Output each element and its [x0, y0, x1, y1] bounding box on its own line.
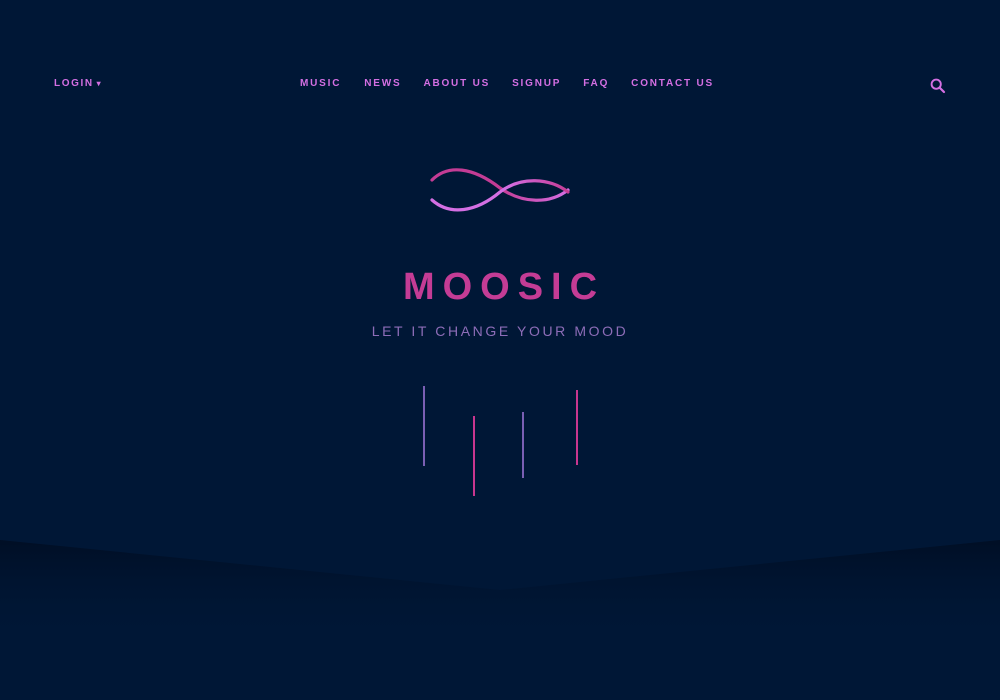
- nav-item-contact-us[interactable]: CONTACT US: [631, 78, 714, 89]
- nav-item-news[interactable]: NEWS: [364, 78, 401, 89]
- nav-item-signup[interactable]: SIGNUP: [512, 78, 561, 89]
- login-dropdown[interactable]: LOGIN ▾: [54, 78, 101, 89]
- brand-title: MOOSIC: [402, 266, 606, 308]
- nav-item-music[interactable]: MUSIC: [300, 78, 341, 89]
- login-label: LOGIN: [54, 78, 94, 89]
- search-icon[interactable]: [929, 77, 947, 95]
- nav-item-about-us[interactable]: ABOUT US: [423, 78, 490, 89]
- nav-item-faq[interactable]: FAQ: [583, 78, 609, 89]
- brand-tagline: LET IT CHANGE YOUR MOOD: [371, 323, 629, 339]
- main-nav: MUSIC NEWS ABOUT US SIGNUP FAQ CONTACT U…: [300, 78, 714, 89]
- chevron-down-icon: ▾: [96, 79, 101, 88]
- landing-page: LOGIN ▾ MUSIC NEWS ABOUT US SIGNUP FAQ C…: [0, 0, 1000, 700]
- bottom-fold-shadow: [0, 540, 1000, 645]
- infinity-wave-logo: [430, 168, 570, 212]
